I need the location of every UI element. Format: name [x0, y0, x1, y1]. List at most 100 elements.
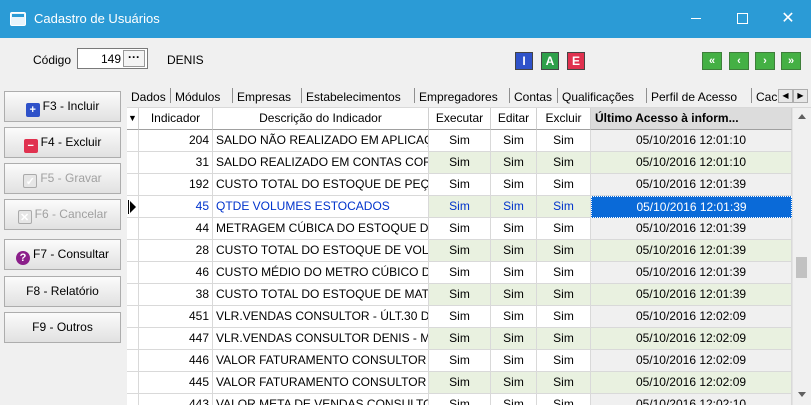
gravar-button[interactable]: ✓ F5 - Gravar [4, 163, 121, 194]
table-row[interactable]: 31 SALDO REALIZADO EM CONTAS CORR Sim Sim Si… [127, 152, 792, 174]
row-indicator[interactable] [127, 240, 139, 262]
cell-editar[interactable]: Sim [491, 174, 537, 196]
consultar-button[interactable]: ? F7 - Consultar [4, 239, 121, 270]
cell-descricao[interactable]: VALOR FATURAMENTO CONSULTOR M [213, 350, 429, 372]
cell-indicador[interactable]: 38 [139, 284, 213, 306]
cell-executar[interactable]: Sim [429, 152, 491, 174]
cell-editar[interactable]: Sim [491, 372, 537, 394]
cell-ultimo-acesso[interactable]: 05/10/2016 12:01:39 [591, 174, 792, 196]
cell-ultimo-acesso[interactable]: 05/10/2016 12:01:39 [591, 196, 792, 218]
header-executar[interactable]: Executar [429, 108, 491, 130]
cell-excluir[interactable]: Sim [537, 284, 591, 306]
cell-editar[interactable]: Sim [491, 328, 537, 350]
table-row[interactable]: 446 VALOR FATURAMENTO CONSULTOR M Sim Sim Si… [127, 350, 792, 372]
cell-editar[interactable]: Sim [491, 240, 537, 262]
cancelar-button[interactable]: ✕ F6 - Cancelar [4, 199, 121, 230]
cell-executar[interactable]: Sim [429, 306, 491, 328]
cell-ultimo-acesso[interactable]: 05/10/2016 12:01:39 [591, 240, 792, 262]
cell-descricao[interactable]: SALDO NÃO REALIZADO EM APLICAÇÕ [213, 130, 429, 152]
header-descricao[interactable]: Descrição do Indicador [213, 108, 429, 130]
row-selector-header[interactable]: ▼ [127, 108, 139, 130]
cell-editar[interactable]: Sim [491, 350, 537, 372]
row-indicator[interactable] [127, 152, 139, 174]
cell-indicador[interactable]: 447 [139, 328, 213, 350]
header-indicador[interactable]: Indicador [139, 108, 213, 130]
cell-indicador[interactable]: 445 [139, 372, 213, 394]
cell-excluir[interactable]: Sim [537, 306, 591, 328]
cell-indicador[interactable]: 31 [139, 152, 213, 174]
cell-executar[interactable]: Sim [429, 350, 491, 372]
tab-modulos[interactable]: Módulos [175, 90, 220, 104]
lookup-button[interactable]: ··· [123, 50, 145, 67]
cell-indicador[interactable]: 192 [139, 174, 213, 196]
cell-editar[interactable]: Sim [491, 130, 537, 152]
cell-ultimo-acesso[interactable]: 05/10/2016 12:01:10 [591, 130, 792, 152]
row-indicator[interactable] [127, 306, 139, 328]
row-indicator[interactable] [127, 372, 139, 394]
cell-descricao[interactable]: VALOR META DE VENDAS CONSULTOR [213, 394, 429, 405]
table-row[interactable]: 44 METRAGEM CÚBICA DO ESTOQUE DE Sim Sim Sim… [127, 218, 792, 240]
incluir-button[interactable]: + F3 - Incluir [4, 91, 121, 122]
close-button[interactable]: ✕ [765, 0, 811, 38]
cell-descricao[interactable]: VALOR FATURAMENTO CONSULTOR U [213, 372, 429, 394]
next-record-button[interactable]: › [755, 52, 775, 70]
mode-delete-button[interactable]: E [567, 52, 585, 70]
cell-editar[interactable]: Sim [491, 262, 537, 284]
header-editar[interactable]: Editar [491, 108, 537, 130]
codigo-field[interactable]: 149 ··· [77, 48, 148, 69]
header-ultimo-acesso[interactable]: Último Acesso à inform... [591, 108, 792, 130]
row-indicator[interactable] [127, 284, 139, 306]
row-indicator[interactable] [127, 130, 139, 152]
table-row[interactable]: 445 VALOR FATURAMENTO CONSULTOR U Sim Sim Si… [127, 372, 792, 394]
table-row[interactable]: 451 VLR.VENDAS CONSULTOR - ÚLT.30 DI Sim Si… [127, 306, 792, 328]
table-row[interactable]: 46 CUSTO MÉDIO DO METRO CÚBICO DE Sim Sim Si… [127, 262, 792, 284]
cell-descricao[interactable]: CUSTO TOTAL DO ESTOQUE DE VOLU [213, 240, 429, 262]
cell-ultimo-acesso[interactable]: 05/10/2016 12:02:09 [591, 350, 792, 372]
cell-descricao[interactable]: QTDE VOLUMES ESTOCADOS [213, 196, 429, 218]
tab-empregadores[interactable]: Empregadores [419, 90, 498, 104]
cell-indicador[interactable]: 44 [139, 218, 213, 240]
first-record-button[interactable]: « [702, 52, 722, 70]
table-row[interactable]: 45 QTDE VOLUMES ESTOCADOS Sim Sim Sim 05/10/2… [127, 196, 792, 218]
table-row[interactable]: 447 VLR.VENDAS CONSULTOR DENIS - ME Sim Sim… [127, 328, 792, 350]
mode-alter-button[interactable]: A [541, 52, 559, 70]
cell-indicador[interactable]: 446 [139, 350, 213, 372]
cell-ultimo-acesso[interactable]: 05/10/2016 12:02:09 [591, 372, 792, 394]
cell-executar[interactable]: Sim [429, 218, 491, 240]
table-row[interactable]: 28 CUSTO TOTAL DO ESTOQUE DE VOLU Sim Sim Si… [127, 240, 792, 262]
tab-qualificacoes[interactable]: Qualificações [562, 90, 634, 104]
cell-ultimo-acesso[interactable]: 05/10/2016 12:01:10 [591, 152, 792, 174]
cell-executar[interactable]: Sim [429, 328, 491, 350]
cell-editar[interactable]: Sim [491, 196, 537, 218]
cell-ultimo-acesso[interactable]: 05/10/2016 12:01:39 [591, 218, 792, 240]
tab-scroll-left-button[interactable]: ◀ [778, 89, 793, 103]
row-indicator[interactable] [127, 174, 139, 196]
scroll-thumb[interactable] [796, 257, 807, 278]
cell-editar[interactable]: Sim [491, 284, 537, 306]
table-row[interactable]: 204 SALDO NÃO REALIZADO EM APLICAÇÕ Sim Sim… [127, 130, 792, 152]
cell-descricao[interactable]: VLR.VENDAS CONSULTOR - ÚLT.30 DI [213, 306, 429, 328]
cell-ultimo-acesso[interactable]: 05/10/2016 12:01:39 [591, 284, 792, 306]
cell-executar[interactable]: Sim [429, 130, 491, 152]
current-row-indicator[interactable] [127, 196, 139, 218]
row-indicator[interactable] [127, 350, 139, 372]
relatorio-button[interactable]: F8 - Relatório [4, 276, 121, 307]
table-row[interactable]: 38 CUSTO TOTAL DO ESTOQUE DE MATE Sim Sim Si… [127, 284, 792, 306]
cell-editar[interactable]: Sim [491, 394, 537, 405]
tab-dados[interactable]: Dados [131, 90, 166, 104]
cell-indicador[interactable]: 204 [139, 130, 213, 152]
maximize-button[interactable] [719, 0, 765, 38]
cell-executar[interactable]: Sim [429, 240, 491, 262]
grid-scrollbar[interactable] [792, 108, 809, 405]
cell-excluir[interactable]: Sim [537, 240, 591, 262]
tab-perfil-de-acesso[interactable]: Perfil de Acesso [651, 90, 737, 104]
cell-editar[interactable]: Sim [491, 306, 537, 328]
cell-ultimo-acesso[interactable]: 05/10/2016 12:02:10 [591, 394, 792, 405]
cell-executar[interactable]: Sim [429, 394, 491, 405]
outros-button[interactable]: F9 - Outros [4, 312, 121, 343]
cell-indicador[interactable]: 28 [139, 240, 213, 262]
scroll-up-icon[interactable] [798, 114, 806, 119]
excluir-button[interactable]: − F4 - Excluir [4, 127, 121, 158]
cell-ultimo-acesso[interactable]: 05/10/2016 12:02:09 [591, 328, 792, 350]
row-indicator[interactable] [127, 218, 139, 240]
